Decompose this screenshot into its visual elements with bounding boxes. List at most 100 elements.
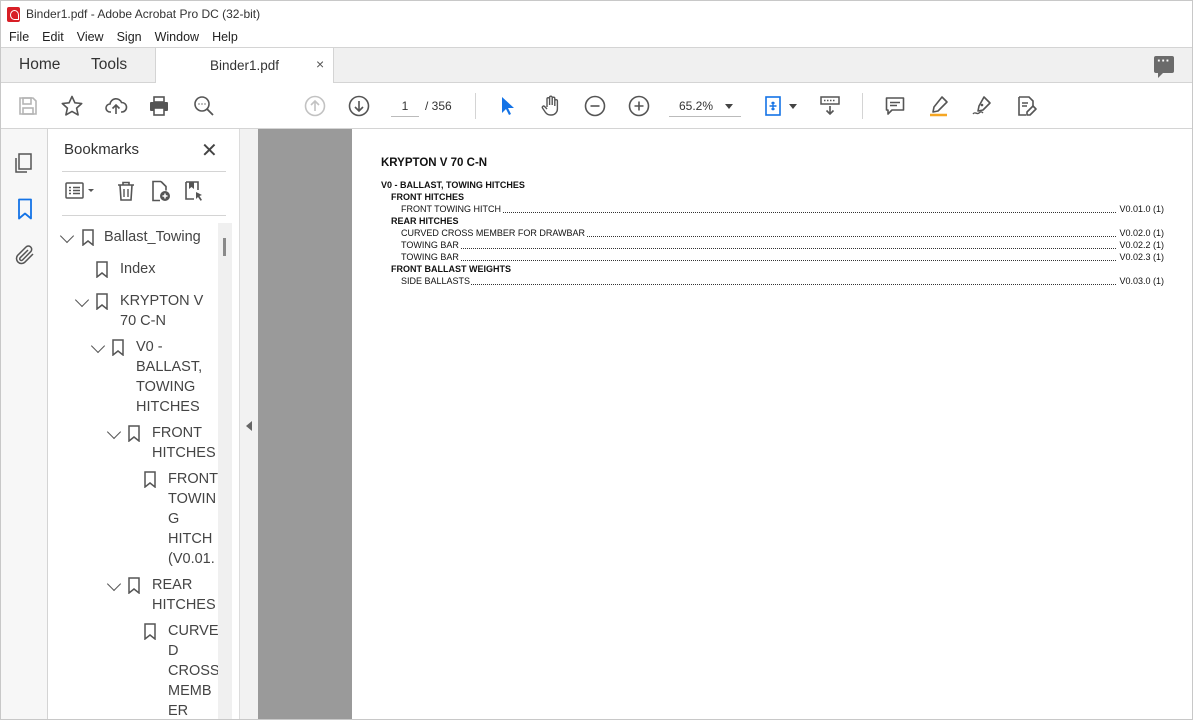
attachment-icon[interactable] bbox=[13, 243, 37, 267]
menu-help[interactable]: Help bbox=[212, 30, 238, 44]
star-icon[interactable] bbox=[59, 93, 85, 119]
panel-splitter[interactable] bbox=[239, 129, 258, 719]
hand-tool-icon[interactable] bbox=[538, 93, 564, 119]
collapse-panel-icon[interactable] bbox=[246, 421, 252, 431]
menu-edit[interactable]: Edit bbox=[42, 30, 64, 44]
bookmark-v0-ballast[interactable]: V0 - BALLAST, TOWING HITCHES bbox=[136, 337, 202, 417]
scrollbar-thumb[interactable] bbox=[223, 238, 226, 256]
menu-sign[interactable]: Sign bbox=[117, 30, 142, 44]
search-zoom-icon[interactable] bbox=[191, 93, 217, 119]
bookmark-icon bbox=[96, 261, 108, 278]
window-title: Binder1.pdf - Adobe Acrobat Pro DC (32-b… bbox=[26, 7, 261, 21]
comment-icon[interactable] bbox=[1154, 53, 1174, 78]
bookmarks-title: Bookmarks bbox=[64, 141, 140, 158]
bookmark-toolbar bbox=[62, 179, 232, 207]
chevron-down-icon[interactable] bbox=[106, 576, 122, 592]
toc-entry-text: FRONT TOWING HITCH bbox=[401, 204, 502, 214]
tab-tools[interactable]: Tools bbox=[91, 56, 127, 74]
edit-pdf-icon[interactable] bbox=[1013, 93, 1039, 119]
acrobat-window: Binder1.pdf - Adobe Acrobat Pro DC (32-b… bbox=[0, 0, 1193, 720]
tab-home[interactable]: Home bbox=[19, 56, 60, 74]
toc-leader-dots bbox=[401, 260, 1164, 261]
menu-window[interactable]: Window bbox=[155, 30, 199, 44]
toc-leader-dots bbox=[401, 248, 1164, 249]
bookmarks-scrollbar[interactable] bbox=[218, 223, 232, 719]
divider bbox=[62, 171, 226, 172]
close-tab-button[interactable]: × bbox=[316, 56, 324, 72]
comment-icon[interactable] bbox=[882, 93, 908, 119]
bookmark-index[interactable]: Index bbox=[120, 259, 155, 279]
print-icon[interactable] bbox=[146, 93, 172, 119]
menu-view[interactable]: View bbox=[77, 30, 104, 44]
bookmark-krypton[interactable]: KRYPTON V 70 C-N bbox=[120, 291, 203, 331]
bookmark-icon bbox=[96, 293, 108, 310]
toc-row[interactable]: TOWING BAR V0.02.3 (1) bbox=[352, 252, 1192, 264]
chevron-down-icon[interactable] bbox=[90, 338, 106, 354]
find-bookmark-icon[interactable] bbox=[182, 179, 208, 205]
bookmark-panel-icon[interactable] bbox=[13, 197, 37, 221]
toc-row[interactable]: FRONT HITCHES bbox=[352, 192, 1192, 204]
page-thumbnails-icon[interactable] bbox=[13, 151, 37, 175]
select-cursor-icon[interactable] bbox=[494, 93, 520, 119]
sign-pen-icon[interactable] bbox=[969, 93, 995, 119]
pdf-page: KRYPTON V 70 C-N V0 - BALLAST, TOWING HI… bbox=[352, 129, 1192, 719]
next-page-icon[interactable] bbox=[346, 93, 372, 119]
toc-row[interactable]: FRONT TOWING HITCH V0.01.0 (1) bbox=[352, 204, 1192, 216]
chevron-down-icon[interactable] bbox=[725, 104, 733, 109]
page-total: / 356 bbox=[425, 99, 452, 113]
toolbar-divider bbox=[475, 93, 476, 119]
tab-document[interactable]: Binder1.pdf × bbox=[155, 48, 334, 84]
toc-entry-ref: V0.02.0 (1) bbox=[1117, 228, 1164, 238]
toolbar-divider bbox=[862, 93, 863, 119]
toc-row[interactable]: CURVED CROSS MEMBER FOR DRAWBAR V0.02.0 (… bbox=[352, 228, 1192, 240]
bookmark-icon bbox=[82, 229, 94, 246]
fit-page-icon[interactable] bbox=[761, 93, 787, 119]
bookmarks-panel: Bookmarks ✕ Ballast_Towing Index KRYPTON… bbox=[48, 129, 239, 719]
toc-entry-ref: V0.02.3 (1) bbox=[1117, 252, 1164, 262]
delete-bookmark-icon[interactable] bbox=[114, 179, 140, 205]
bookmark-icon bbox=[128, 577, 140, 594]
toc-entry-ref: V0.03.0 (1) bbox=[1117, 276, 1164, 286]
bookmark-icon bbox=[128, 425, 140, 442]
new-bookmark-icon[interactable] bbox=[148, 179, 174, 205]
save-icon[interactable] bbox=[15, 93, 41, 119]
menu-file[interactable]: File bbox=[9, 30, 29, 44]
tab-bar: Home Tools Binder1.pdf × bbox=[1, 47, 1192, 84]
fit-page-chevron-icon[interactable] bbox=[789, 104, 797, 109]
bookmark-icon bbox=[144, 471, 156, 488]
toc-entry-text: FRONT HITCHES bbox=[391, 192, 465, 202]
bookmark-front-hitches[interactable]: FRONT HITCHES bbox=[152, 423, 216, 463]
toc-row[interactable]: V0 - BALLAST, TOWING HITCHES bbox=[352, 180, 1192, 192]
highlight-pen-icon[interactable] bbox=[926, 93, 952, 119]
toc-entry-ref: V0.02.2 (1) bbox=[1117, 240, 1164, 250]
options-menu-icon[interactable] bbox=[64, 179, 98, 205]
navigation-rail bbox=[1, 129, 48, 719]
toc-entry-text: SIDE BALLASTS bbox=[401, 276, 472, 286]
toc-leader-dots bbox=[401, 284, 1164, 285]
toc-row[interactable]: REAR HITCHES bbox=[352, 216, 1192, 228]
bookmark-ballast-towing[interactable]: Ballast_Towing bbox=[104, 227, 201, 247]
scroll-mode-icon[interactable] bbox=[817, 93, 843, 119]
upload-cloud-icon[interactable] bbox=[103, 93, 129, 119]
toolbar: 1 / 356 65.2% bbox=[1, 83, 1192, 129]
bookmark-rear-hitches[interactable]: REAR HITCHES bbox=[152, 575, 216, 615]
previous-page-icon[interactable] bbox=[302, 93, 328, 119]
toc-entry-text: FRONT BALLAST WEIGHTS bbox=[391, 264, 512, 274]
toc-row[interactable]: SIDE BALLASTS V0.03.0 (1) bbox=[352, 276, 1192, 288]
chevron-down-icon[interactable] bbox=[74, 292, 90, 308]
chevron-down-icon[interactable] bbox=[106, 424, 122, 440]
zoom-out-icon[interactable] bbox=[582, 93, 608, 119]
title-bar: Binder1.pdf - Adobe Acrobat Pro DC (32-b… bbox=[1, 1, 1192, 27]
page-number-input[interactable]: 1 bbox=[391, 95, 419, 117]
chevron-down-icon[interactable] bbox=[59, 228, 75, 244]
zoom-in-icon[interactable] bbox=[626, 93, 652, 119]
toc-row[interactable]: TOWING BAR V0.02.2 (1) bbox=[352, 240, 1192, 252]
toc-entry-text: V0 - BALLAST, TOWING HITCHES bbox=[381, 180, 526, 190]
bookmark-curved-cross-member[interactable]: CURVE D CROSS MEMB ER bbox=[168, 621, 220, 719]
toc-entry-text: TOWING BAR bbox=[401, 252, 460, 262]
toc-leader-dots bbox=[401, 212, 1164, 213]
bookmark-front-towing-hitch[interactable]: FRONT TOWIN G HITCH (V0.01. bbox=[168, 469, 218, 569]
toc-row[interactable]: FRONT BALLAST WEIGHTS bbox=[352, 264, 1192, 276]
document-title: KRYPTON V 70 C-N bbox=[381, 157, 488, 169]
close-panel-button[interactable]: ✕ bbox=[201, 138, 218, 163]
